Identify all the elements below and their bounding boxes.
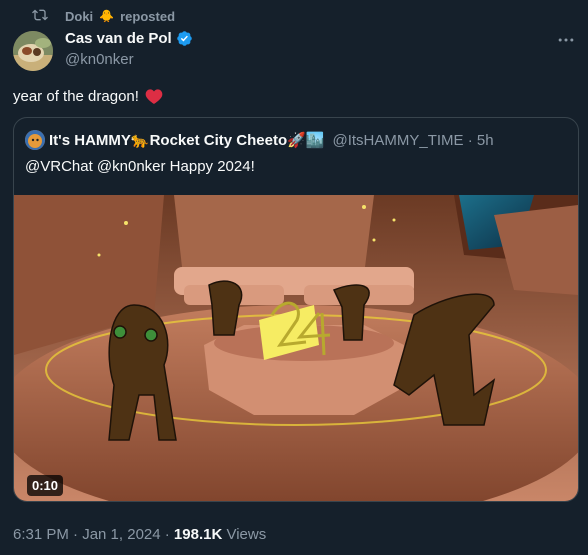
- video-player[interactable]: 0:10: [14, 195, 578, 501]
- author-handle[interactable]: @kn0nker: [65, 51, 134, 68]
- video-duration-badge: 0:10: [27, 475, 64, 496]
- tweet-timestamp[interactable]: 6:31 PM · Jan 1, 2024 ·: [13, 526, 174, 543]
- tweet-text: year of the dragon!: [13, 88, 139, 105]
- quote-avatar-image: [25, 130, 45, 150]
- author-avatar[interactable]: [13, 31, 53, 71]
- quote-avatar[interactable]: [25, 130, 45, 150]
- author-name[interactable]: Cas van de Pol: [65, 30, 172, 47]
- repost-icon: [32, 9, 48, 21]
- tweet-meta: 6:31 PM · Jan 1, 2024 · 198.1K Views: [13, 526, 266, 543]
- verified-badge-icon: [176, 31, 192, 46]
- quote-text: @VRChat @kn0nker Happy 2024!: [25, 158, 255, 175]
- quote-author-handle[interactable]: @ItsHAMMY_TIME · 5h: [332, 132, 493, 149]
- repost-user[interactable]: Doki: [65, 9, 93, 24]
- quoted-tweet-card[interactable]: It's HAMMY🐆Rocket City Cheeto🚀🏙️ @ItsHAM…: [13, 117, 579, 502]
- red-heart-icon: [145, 89, 163, 104]
- repost-label: reposted: [120, 8, 176, 24]
- repost-bar[interactable]: Doki 🐥 reposted: [32, 7, 176, 25]
- views-count: 198.1K: [173, 526, 223, 543]
- quote-author-name[interactable]: It's HAMMY🐆Rocket City Cheeto🚀🏙️: [49, 131, 324, 149]
- author-name-row[interactable]: Cas van de Pol: [65, 30, 193, 47]
- avatar-image: [13, 31, 53, 71]
- more-options-icon[interactable]: [556, 30, 576, 50]
- views-label: Views: [222, 526, 267, 543]
- tweet-text-row: year of the dragon!: [13, 88, 163, 105]
- quote-header: It's HAMMY🐆Rocket City Cheeto🚀🏙️ @ItsHAM…: [25, 130, 494, 150]
- chick-emoji: 🐥: [99, 9, 115, 23]
- video-frame: [14, 195, 578, 501]
